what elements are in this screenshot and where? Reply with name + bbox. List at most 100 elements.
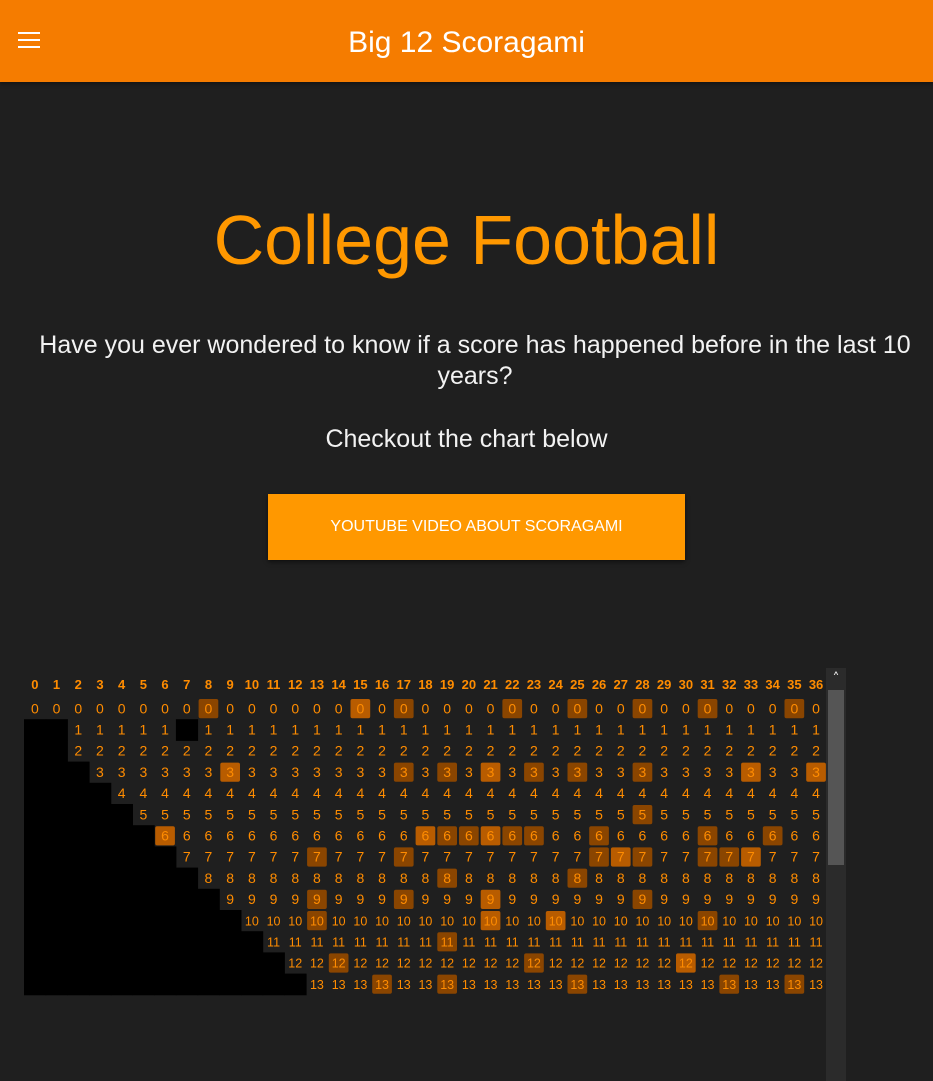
score-cell-label[interactable]: 13 [592,978,606,992]
score-cell-label[interactable]: 0 [682,700,690,716]
score-cell-label[interactable]: 7 [595,849,603,865]
score-cell-label[interactable]: 7 [270,849,278,865]
score-cell-label[interactable]: 8 [270,870,278,886]
score-cell-label[interactable]: 12 [288,957,302,971]
score-cell-label[interactable]: 2 [443,743,451,759]
score-cell-label[interactable]: 8 [226,870,234,886]
score-cell-label[interactable]: 11 [441,935,454,949]
score-cell-label[interactable]: 7 [226,849,234,865]
score-cell-label[interactable]: 11 [593,935,606,949]
score-cell-label[interactable]: 5 [139,806,147,822]
score-cell-label[interactable]: 0 [356,700,364,716]
score-cell-label[interactable]: 2 [617,743,625,759]
score-cell-label[interactable]: 4 [313,785,321,801]
score-cell-label[interactable]: 12 [787,957,801,971]
score-cell-label[interactable]: 12 [592,957,606,971]
score-cell-label[interactable]: 7 [378,849,386,865]
score-cell-label[interactable]: 3 [617,764,625,780]
score-cell-label[interactable]: 1 [118,721,126,737]
score-cell-label[interactable]: 4 [335,785,343,801]
score-cell-label[interactable]: 4 [725,785,733,801]
score-cell-label[interactable]: 11 [766,935,779,949]
score-cell-label[interactable]: 3 [465,764,473,780]
score-cell-label[interactable]: 4 [487,785,495,801]
score-cell-label[interactable]: 1 [769,721,777,737]
score-cell-label[interactable]: 5 [161,806,169,822]
score-cell-label[interactable]: 7 [508,849,516,865]
score-cell-label[interactable]: 5 [422,806,430,822]
score-cell-label[interactable]: 13 [310,978,324,992]
score-cell-label[interactable]: 0 [573,700,581,716]
score-cell-label[interactable]: 9 [790,891,798,907]
score-cell-label[interactable]: 3 [270,764,278,780]
score-cell-label[interactable]: 0 [270,700,278,716]
score-cell-label[interactable]: 5 [747,806,755,822]
score-cell-label[interactable]: 6 [161,827,169,843]
score-cell-label[interactable]: 1 [725,721,733,737]
score-cell-label[interactable]: 2 [508,743,516,759]
score-cell-label[interactable]: 13 [744,978,758,992]
score-cell-label[interactable]: 8 [335,870,343,886]
score-cell-label[interactable]: 13 [549,978,563,992]
score-cell-label[interactable]: 6 [639,827,647,843]
score-cell-label[interactable]: 8 [552,870,560,886]
score-cell-label[interactable]: 9 [573,891,581,907]
score-cell-label[interactable]: 9 [226,891,234,907]
score-cell-label[interactable]: 4 [270,785,278,801]
score-cell-label[interactable]: 10 [353,914,367,928]
score-cell-label[interactable]: 7 [790,849,798,865]
score-cell-label[interactable]: 8 [530,870,538,886]
score-cell-label[interactable]: 3 [682,764,690,780]
score-cell-label[interactable]: 9 [248,891,256,907]
score-cell-label[interactable]: 10 [787,914,801,928]
score-cell-label[interactable]: 10 [614,914,628,928]
score-cell-label[interactable]: 12 [679,957,693,971]
score-cell-label[interactable]: 7 [617,849,625,865]
score-cell-label[interactable]: 7 [356,849,364,865]
youtube-video-button[interactable]: YOUTUBE VIDEO ABOUT SCORAGAMI [268,494,685,560]
score-cell-label[interactable]: 6 [465,827,473,843]
score-cell-label[interactable]: 11 [549,935,562,949]
score-cell-label[interactable]: 8 [248,870,256,886]
score-cell-label[interactable]: 0 [595,700,603,716]
score-cell-label[interactable]: 9 [443,891,451,907]
score-cell-label[interactable]: 7 [725,849,733,865]
score-cell-label[interactable]: 8 [747,870,755,886]
score-cell-label[interactable]: 3 [790,764,798,780]
score-cell-label[interactable]: 1 [573,721,581,737]
score-cell-label[interactable]: 3 [183,764,191,780]
score-cell-label[interactable]: 13 [787,978,801,992]
score-cell-label[interactable]: 6 [400,827,408,843]
score-cell-label[interactable]: 5 [660,806,668,822]
score-cell-label[interactable]: 0 [790,700,798,716]
score-cell-label[interactable]: 8 [378,870,386,886]
score-cell-label[interactable]: 11 [310,935,323,949]
score-cell-label[interactable]: 2 [356,743,364,759]
score-cell-label[interactable]: 10 [809,914,823,928]
score-cell-label[interactable]: 11 [658,935,671,949]
score-cell-label[interactable]: 9 [313,891,321,907]
score-cell-label[interactable]: 4 [790,785,798,801]
score-cell-label[interactable]: 5 [378,806,386,822]
score-cell-label[interactable]: 6 [248,827,256,843]
score-cell-label[interactable]: 1 [248,721,256,737]
score-cell-label[interactable]: 6 [378,827,386,843]
score-cell-label[interactable]: 11 [376,935,389,949]
score-cell-label[interactable]: 2 [118,743,126,759]
score-cell-label[interactable]: 2 [400,743,408,759]
score-cell-label[interactable]: 5 [205,806,213,822]
score-cell-label[interactable]: 7 [422,849,430,865]
score-cell-label[interactable]: 0 [530,700,538,716]
score-cell-label[interactable]: 2 [725,743,733,759]
score-cell-label[interactable]: 9 [725,891,733,907]
score-cell-label[interactable]: 5 [682,806,690,822]
score-cell-label[interactable]: 12 [353,957,367,971]
score-cell-label[interactable]: 4 [356,785,364,801]
score-cell-label[interactable]: 2 [161,743,169,759]
score-cell-label[interactable]: 9 [270,891,278,907]
score-cell-label[interactable]: 12 [484,957,498,971]
score-cell-label[interactable]: 9 [812,891,820,907]
score-cell-label[interactable]: 0 [812,700,820,716]
score-cell-label[interactable]: 1 [552,721,560,737]
score-cell-label[interactable]: 3 [139,764,147,780]
